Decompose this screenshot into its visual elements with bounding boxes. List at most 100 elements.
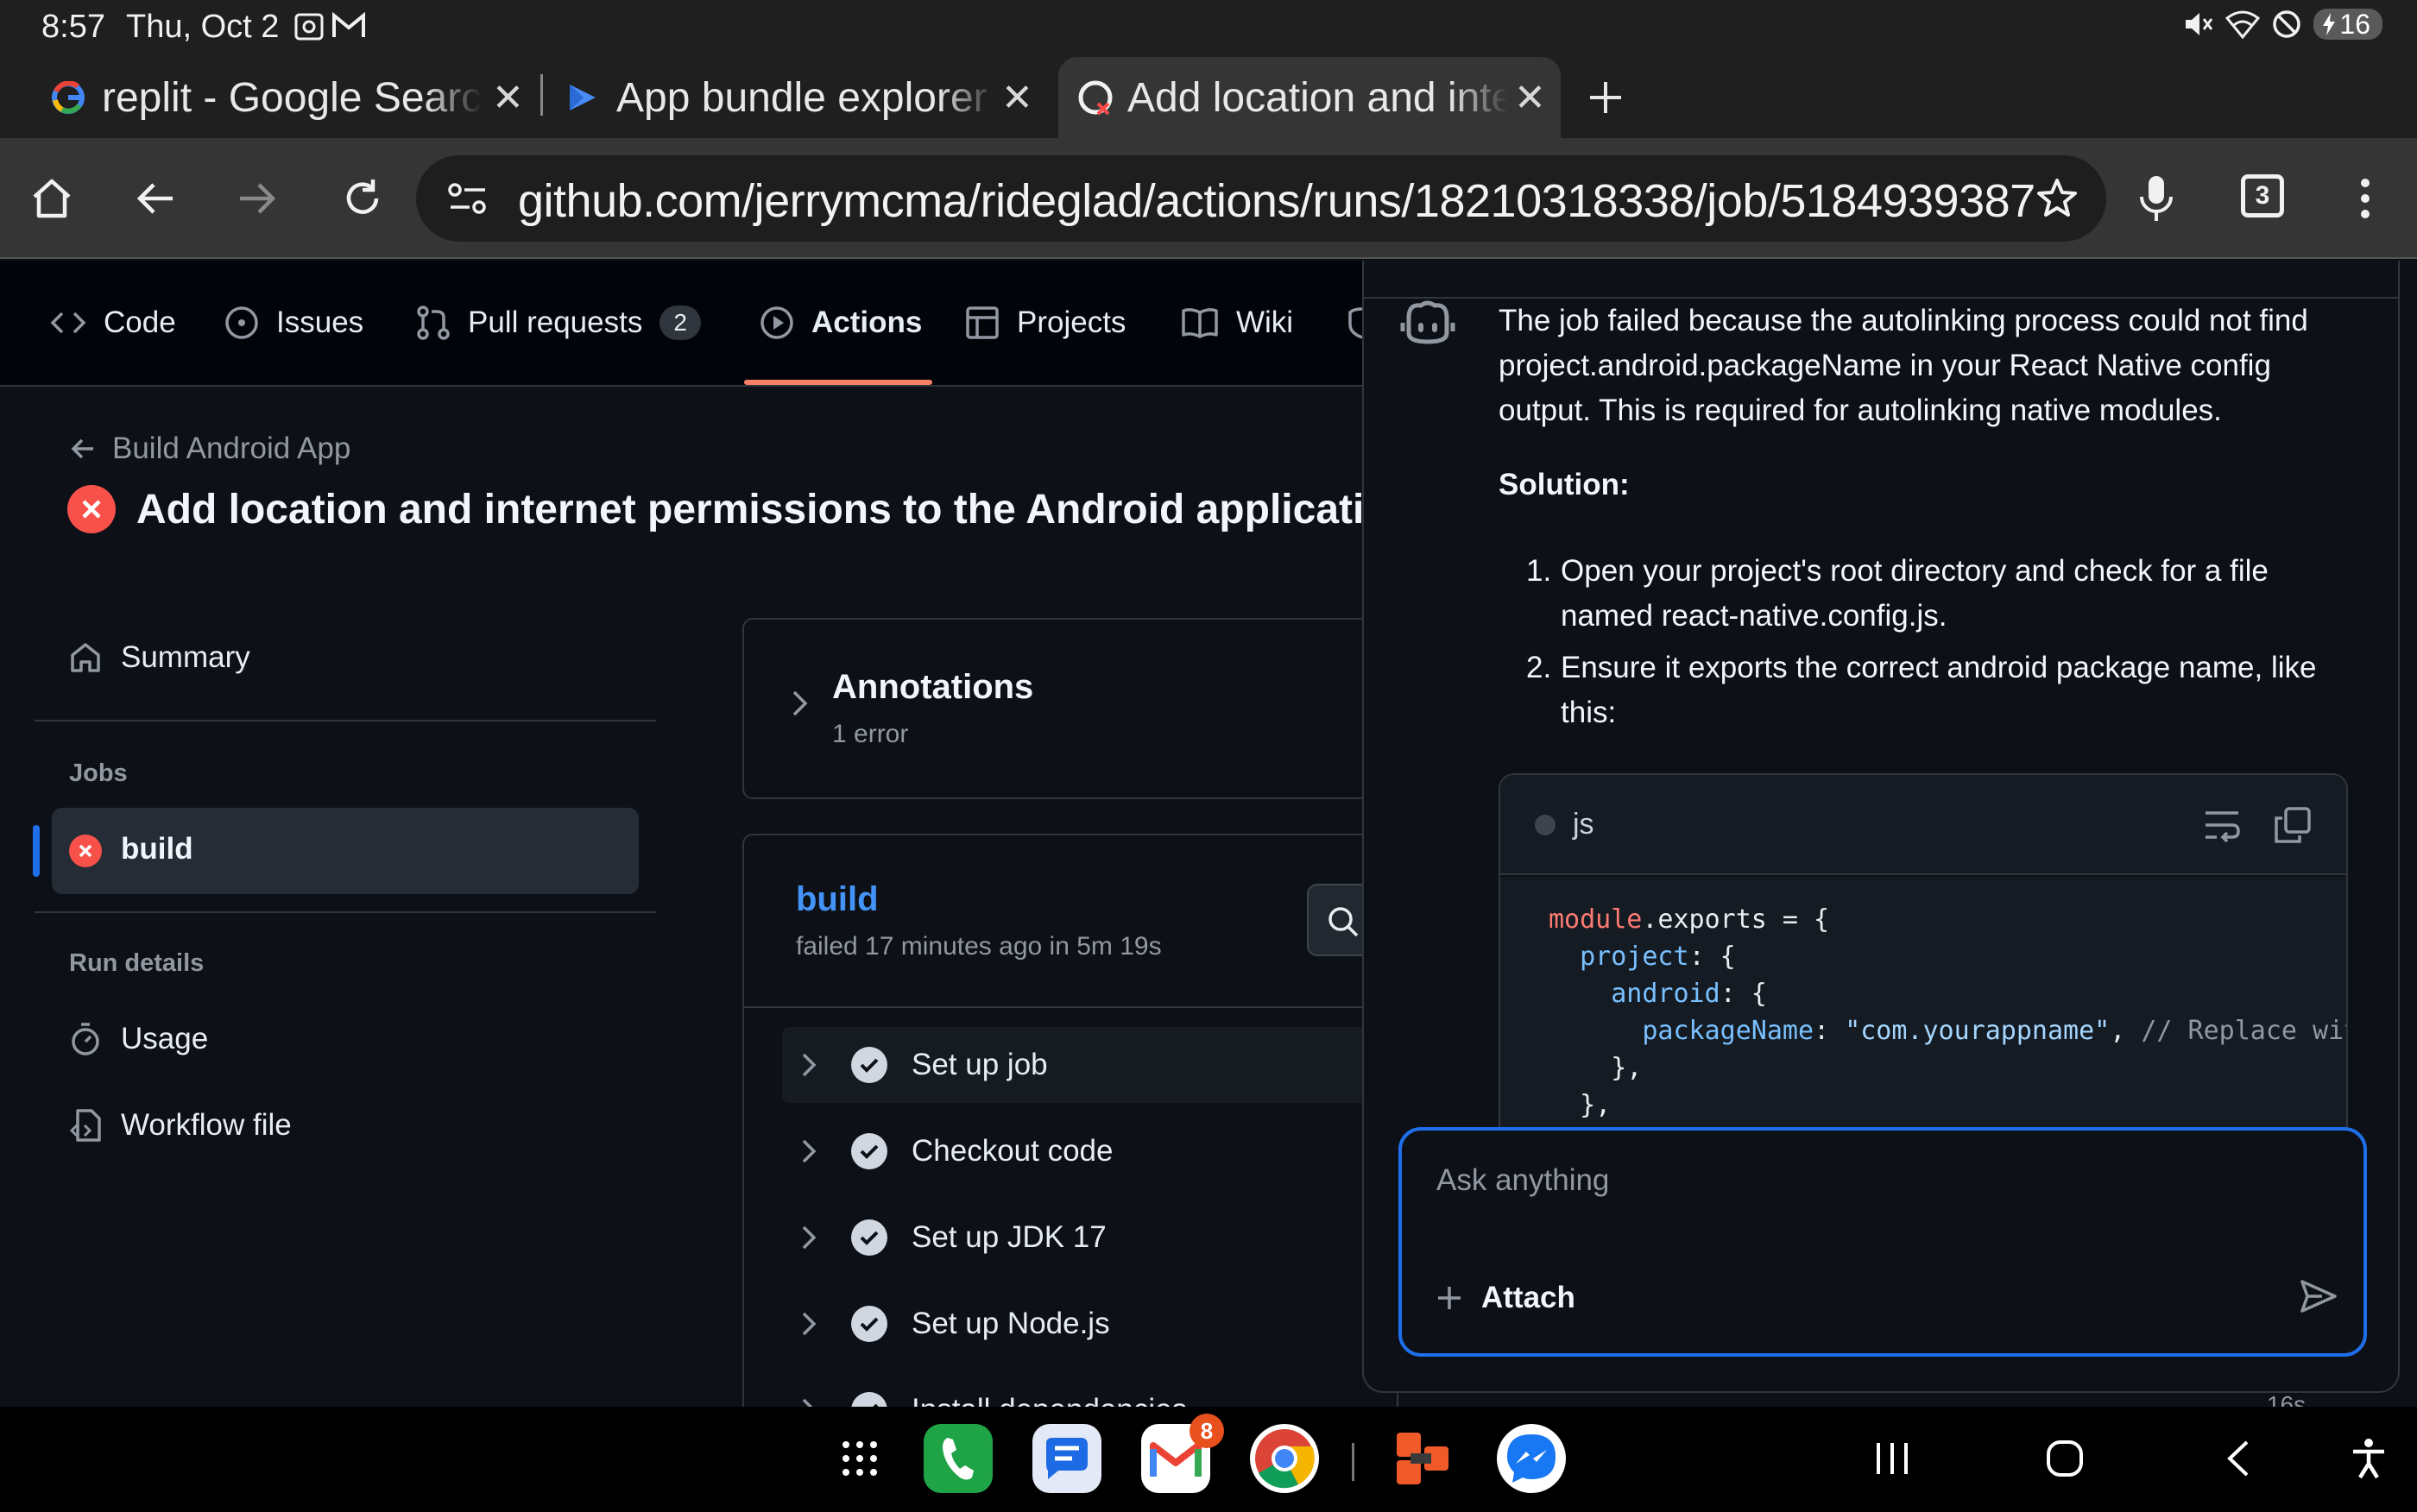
code-block-header: js: [1500, 775, 2346, 875]
issue-open-icon: [225, 306, 258, 339]
tab-wiki[interactable]: Wiki: [1181, 306, 1293, 340]
success-check-icon: [851, 1133, 887, 1169]
reload-button[interactable]: [333, 169, 392, 228]
google-g-icon: [52, 81, 85, 114]
back-button[interactable]: [126, 169, 185, 228]
reload-icon: [346, 180, 379, 214]
browser-menu-button[interactable]: [2336, 169, 2395, 228]
chrome-app-icon[interactable]: [1250, 1424, 1319, 1493]
stopwatch-icon: [72, 1023, 99, 1055]
sidebar-item-build-job[interactable]: build: [52, 808, 639, 894]
success-check-icon: [851, 1047, 887, 1083]
run-title: Add location and internet permissions to…: [67, 485, 1415, 533]
tab-issues[interactable]: Issues: [224, 306, 363, 340]
step-set-up-jdk[interactable]: Set up JDK 17: [782, 1200, 1421, 1276]
solution-step-2: Ensure it exports the correct android pa…: [1561, 651, 2317, 729]
status-bar: 8:57 Thu, Oct 2 16: [0, 0, 2417, 54]
workflow-back-link[interactable]: Build Android App: [69, 432, 350, 466]
tab-security[interactable]: [1347, 306, 1364, 340]
wrap-lines-icon[interactable]: [2203, 808, 2241, 842]
messenger-app-icon[interactable]: [1497, 1424, 1566, 1493]
sidebar-divider: [35, 720, 656, 721]
chat-input-box[interactable]: Attach: [1398, 1127, 2367, 1357]
solution-heading: Solution:: [1499, 468, 1630, 501]
annotations-panel[interactable]: Annotations 1 error: [742, 618, 1398, 799]
recents-icon: [1877, 1443, 1908, 1474]
copy-icon[interactable]: [2274, 806, 2312, 844]
send-icon: [2300, 1280, 2337, 1313]
sidebar-item-summary[interactable]: Summary: [69, 640, 250, 675]
sidebar-item-workflow-file[interactable]: Workflow file: [69, 1108, 292, 1143]
step-set-up-node[interactable]: Set up Node.js: [782, 1286, 1421, 1362]
site-settings-icon[interactable]: [447, 181, 489, 216]
voice-search-button[interactable]: [2127, 169, 2186, 228]
gmail-notification-icon: [331, 12, 366, 40]
projects-table-icon: [966, 306, 999, 339]
messages-app-icon[interactable]: [1032, 1424, 1101, 1493]
tab-label: Wiki: [1236, 306, 1294, 339]
forward-button[interactable]: [228, 169, 287, 228]
code-icon: [50, 312, 86, 334]
sidebar-item-label: Summary: [121, 640, 250, 674]
ask-anything-input[interactable]: [1436, 1155, 2300, 1206]
tab-separator: [540, 74, 543, 116]
status-date: Thu, Oct 2: [126, 9, 280, 45]
tab-actions[interactable]: Actions: [760, 306, 922, 340]
play-console-icon: [566, 81, 599, 114]
close-tab-icon[interactable]: ✕: [1001, 76, 1033, 120]
accessibility-button[interactable]: [2334, 1424, 2403, 1493]
home-nav-button[interactable]: [2030, 1424, 2099, 1493]
send-button[interactable]: [2300, 1279, 2338, 1314]
code-token: : {: [1720, 979, 1767, 1009]
code-token: :: [1814, 1016, 1846, 1046]
list-number: 1.: [1526, 554, 1552, 588]
close-tab-icon[interactable]: ✕: [1514, 76, 1546, 120]
recent-app-icon[interactable]: [1388, 1424, 1457, 1493]
do-not-disturb-icon: [2272, 9, 2301, 39]
selected-indicator: [33, 825, 40, 877]
jobs-heading: Jobs: [69, 759, 128, 787]
gmail-unread-badge: 8: [1190, 1414, 1224, 1448]
code-block: js module.exports = { project: { android…: [1499, 773, 2348, 1170]
search-icon: [1328, 907, 1359, 937]
tab-switcher-button[interactable]: 3: [2241, 174, 2284, 217]
pull-request-count-badge: 2: [659, 306, 701, 340]
code-body: module.exports = { project: { android: {…: [1500, 877, 2346, 1169]
step-label: Set up job: [912, 1048, 1048, 1081]
tab-google-search[interactable]: replit - Google Search ✕: [52, 57, 535, 138]
bookmark-star-icon[interactable]: [2035, 176, 2079, 219]
tab-title: replit - Google Search: [102, 74, 482, 121]
tab-label: Pull requests: [468, 306, 643, 339]
home-icon: [33, 179, 71, 218]
new-tab-button[interactable]: [1587, 57, 1625, 138]
step-label: Set up Node.js: [912, 1307, 1110, 1340]
workflow-file-icon: [69, 1109, 101, 1142]
url-text: github.com/jerrymcma/rideglad/actions/ru…: [518, 175, 2035, 227]
phone-app-icon[interactable]: [924, 1424, 993, 1493]
home-button[interactable]: [22, 169, 81, 228]
back-nav-button[interactable]: [2203, 1424, 2272, 1493]
sidebar-item-label: Usage: [121, 1022, 209, 1055]
failed-status-icon: [67, 485, 116, 533]
tab-code[interactable]: Code: [50, 306, 176, 340]
chevron-right-icon: [782, 1052, 834, 1078]
attach-button[interactable]: Attach: [1436, 1281, 1575, 1315]
tab-github-job[interactable]: Add location and internet permissions ✕: [1058, 57, 1561, 138]
address-bar[interactable]: github.com/jerrymcma/rideglad/actions/ru…: [416, 155, 2106, 242]
sidebar-item-usage[interactable]: Usage: [69, 1022, 208, 1056]
step-checkout-code[interactable]: Checkout code: [782, 1113, 1421, 1189]
app-drawer-button[interactable]: [825, 1424, 894, 1493]
tab-projects[interactable]: Projects: [965, 306, 1126, 340]
code-token: module: [1549, 904, 1643, 935]
recents-nav-button[interactable]: [1858, 1424, 1927, 1493]
code-token: : {: [1688, 942, 1736, 972]
more-vertical-icon: [2361, 179, 2370, 218]
gmail-app-icon[interactable]: 8: [1141, 1414, 1224, 1493]
mute-icon: [2182, 9, 2213, 39]
tab-pull-requests[interactable]: Pull requests 2: [416, 306, 701, 340]
tab-app-bundle-explorer[interactable]: App bundle explorer ✕: [566, 57, 1050, 138]
close-tab-icon[interactable]: ✕: [492, 76, 524, 120]
screenshot-notification-icon: [293, 12, 325, 41]
step-set-up-job[interactable]: Set up job: [782, 1027, 1421, 1103]
actions-play-icon: [760, 306, 793, 339]
